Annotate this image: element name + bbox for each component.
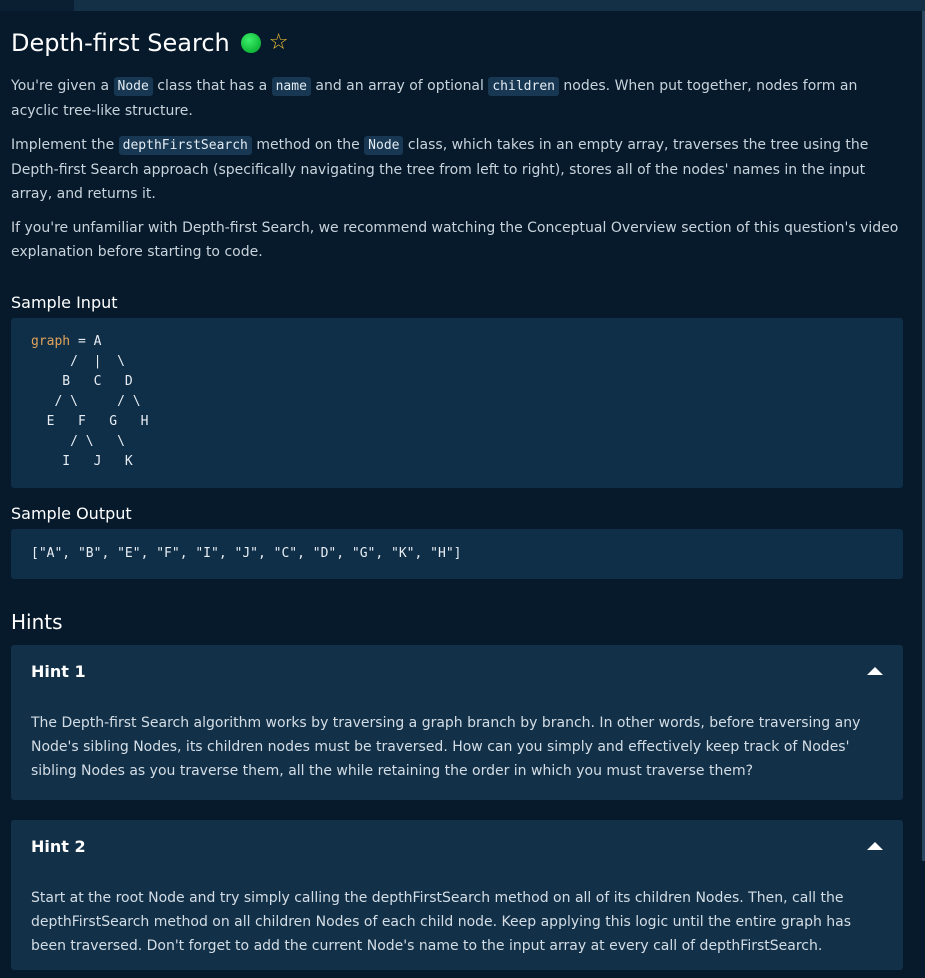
text-span: You're given a	[11, 78, 114, 94]
active-tab[interactable]	[74, 0, 925, 11]
sample-output-code[interactable]: ["A", "B", "E", "F", "I", "J", "C", "D",…	[11, 529, 903, 579]
page-title: Depth-first Search ☆	[11, 26, 903, 60]
hint-2-title: Hint 2	[31, 836, 86, 856]
star-outline-icon[interactable]: ☆	[269, 32, 289, 54]
status-dot-icon	[240, 33, 261, 53]
graph-tree: / | \ B C D / \ / \ E F G H / \ \ I J K	[46, 354, 149, 469]
hint-1-header[interactable]: Hint 1	[11, 645, 903, 697]
hints-title: Hints	[11, 610, 63, 634]
problem-content: Depth-first Search ☆ You're given a Node…	[11, 26, 903, 970]
description-paragraph-1: You're given a Node class that has a nam…	[11, 74, 903, 123]
text-span: and an array of optional	[310, 78, 489, 94]
text-span: class that has a	[152, 78, 272, 94]
hint-card-2: Hint 2 Start at the root Node and try si…	[11, 820, 903, 970]
hint-2-body: Start at the root Node and try simply ca…	[31, 890, 852, 954]
hint-2-header[interactable]: Hint 2	[11, 820, 903, 872]
code-node: Node	[113, 77, 153, 96]
caret-up-icon[interactable]	[867, 842, 883, 850]
sample-output-value: ["A", "B", "E", "F", "I", "J", "C", "D",…	[31, 546, 462, 561]
hint-card-1: Hint 1 The Depth-first Search algorithm …	[11, 645, 903, 800]
hint-1-title: Hint 1	[31, 661, 86, 681]
sample-input-label: Sample Input	[11, 293, 118, 312]
code-depthfirstsearch: depthFirstSearch	[118, 136, 252, 155]
hint-1-body: The Depth-first Search algorithm works b…	[31, 715, 861, 779]
sample-input-code[interactable]: graph = A / | \ B C D / \ / \ E F G H / …	[11, 318, 903, 488]
sample-output-label: Sample Output	[11, 504, 132, 523]
graph-variable: graph	[31, 334, 71, 349]
code-name: name	[271, 77, 311, 96]
code-node: Node	[364, 136, 404, 155]
top-tab-bar	[0, 0, 925, 11]
code-children: children	[488, 77, 559, 96]
description-paragraph-2: Implement the depthFirstSearch method on…	[11, 133, 903, 206]
description-paragraph-3: If you're unfamiliar with Depth-first Se…	[11, 220, 899, 260]
text-span: Implement the	[11, 137, 119, 153]
caret-up-icon[interactable]	[867, 667, 883, 675]
problem-title: Depth-first Search	[11, 29, 230, 57]
text-span: method on the	[251, 137, 365, 153]
graph-assign: = A	[70, 334, 102, 349]
